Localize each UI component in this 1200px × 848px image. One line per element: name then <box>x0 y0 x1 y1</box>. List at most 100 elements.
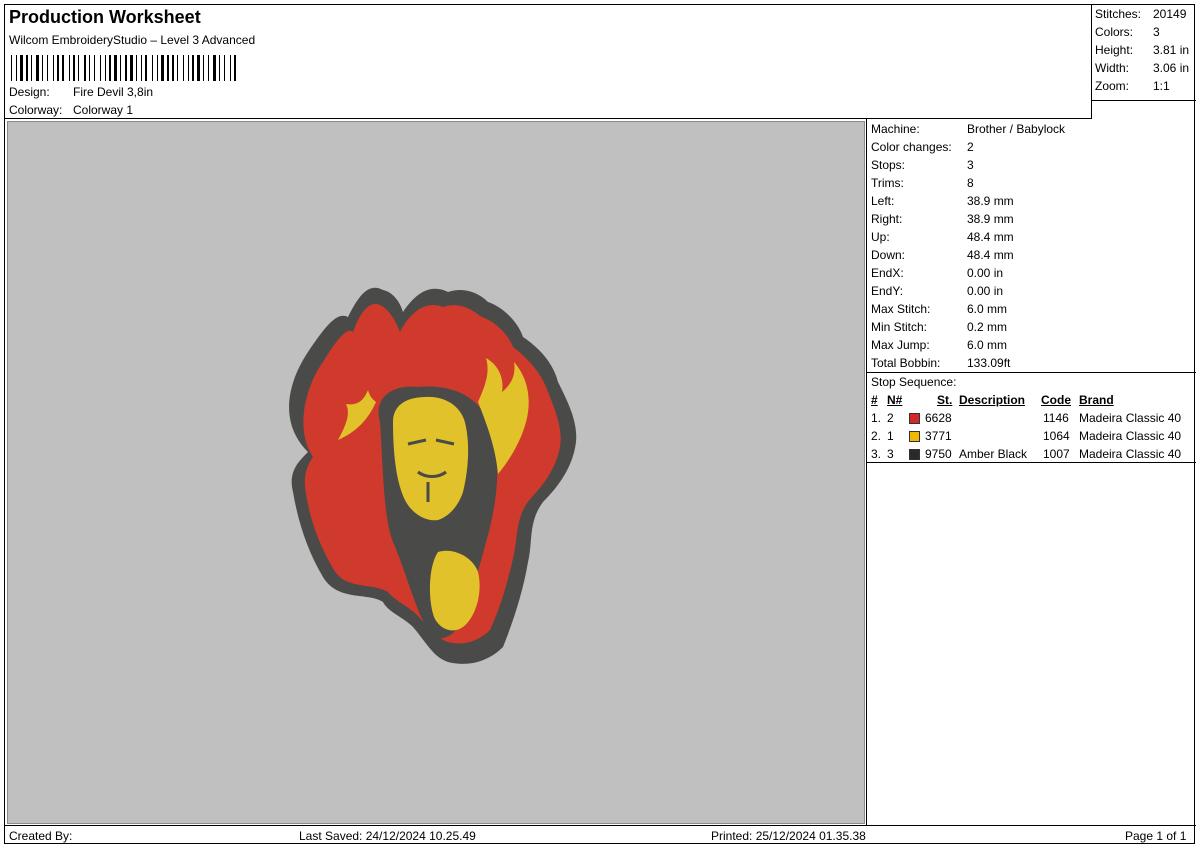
col-header-stitches: St. <box>937 393 953 407</box>
height-label: Height: <box>1095 43 1134 57</box>
stop-row-number: 1. <box>871 411 882 425</box>
stitches-value: 20149 <box>1153 7 1187 21</box>
barcode-bar <box>232 55 233 81</box>
worksheet-footer: Created By: Last Saved: 24/12/2024 10.25… <box>5 825 1196 845</box>
barcode-bar <box>165 55 166 81</box>
colors-value: 3 <box>1153 25 1160 39</box>
machine-info-label: Up: <box>871 230 890 244</box>
barcode-bar <box>42 55 43 81</box>
machine-info-row: Min Stitch: 0.2 mm <box>871 320 1007 334</box>
worksheet-header: Production Worksheet Wilcom EmbroiderySt… <box>5 5 1092 119</box>
colorway-row: Colorway: Colorway 1 <box>9 103 133 117</box>
stop-row-needle: 2 <box>887 411 894 425</box>
col-header-description: Description <box>959 393 1026 407</box>
worksheet-frame: Production Worksheet Wilcom EmbroiderySt… <box>4 4 1196 845</box>
machine-info-value: 38.9 mm <box>967 194 1014 208</box>
stop-row-needle: 3 <box>887 447 894 461</box>
barcode-bar <box>224 55 225 81</box>
barcode-bar <box>94 55 95 81</box>
machine-info-value: 38.9 mm <box>967 212 1014 226</box>
machine-info-label: Total Bobbin: <box>871 356 941 370</box>
design-preview[interactable] <box>7 121 865 824</box>
barcode-bar <box>20 55 23 81</box>
barcode-bar <box>118 55 119 81</box>
barcode-bar <box>18 55 19 81</box>
machine-info-label: Stops: <box>871 158 906 172</box>
stop-row-number: 2. <box>871 429 882 443</box>
machine-info-row: Machine: Brother / Babylock <box>871 122 1065 136</box>
barcode-bar <box>120 55 121 81</box>
height-value: 3.81 in <box>1153 43 1190 57</box>
machine-info-label: Left: <box>871 194 895 208</box>
width-label: Width: <box>1095 61 1130 75</box>
width-row: Width: 3.06 in <box>1095 61 1189 75</box>
machine-info-value: Brother / Babylock <box>967 122 1066 136</box>
barcode-bar <box>65 55 68 81</box>
barcode-bar <box>96 55 99 81</box>
thread-color-swatch <box>909 449 920 460</box>
barcode-bar <box>40 55 41 81</box>
stop-row-brand: Madeira Classic 40 <box>1079 411 1182 425</box>
machine-info-label: Min Stitch: <box>871 320 928 334</box>
barcode-bar <box>130 55 133 81</box>
barcode-bar <box>24 55 25 81</box>
barcode-bar <box>36 55 39 81</box>
barcode-bar <box>210 55 212 81</box>
barcode-bar <box>84 55 86 81</box>
machine-info-value: 48.4 mm <box>967 230 1014 244</box>
machine-info-value: 8 <box>967 176 974 190</box>
colors-label: Colors: <box>1095 25 1134 39</box>
barcode-bar <box>78 55 79 81</box>
machine-info-label: Max Jump: <box>871 338 930 352</box>
stop-row-needle: 1 <box>887 429 894 443</box>
machine-info-row: Trims: 8 <box>871 176 974 190</box>
barcode-bar <box>157 55 158 81</box>
barcode-bar <box>177 55 178 81</box>
machine-info-row: Down: 48.4 mm <box>871 248 1014 262</box>
stop-row-number: 3. <box>871 447 882 461</box>
machine-info-label: EndX: <box>871 266 904 280</box>
barcode-bar <box>185 55 187 81</box>
barcode-bar <box>114 55 117 81</box>
barcode-bar <box>91 55 93 81</box>
barcode-bar <box>76 55 77 81</box>
barcode-bar <box>195 55 196 81</box>
machine-info-value: 48.4 mm <box>967 248 1014 262</box>
barcode-bar <box>234 55 236 81</box>
machine-info-value: 6.0 mm <box>967 338 1008 352</box>
last-saved: Last Saved: 24/12/2024 10.25.49 <box>299 829 476 843</box>
machine-info-label: Down: <box>871 248 906 262</box>
barcode-bar <box>102 55 104 81</box>
barcode-bar <box>183 55 184 81</box>
barcode-bar <box>128 55 129 81</box>
barcode-bar <box>13 55 15 81</box>
stop-row-stitches: 6628 <box>925 411 952 425</box>
machine-info-value: 0.2 mm <box>967 320 1008 334</box>
barcode-bar <box>201 55 202 81</box>
stop-row-stitches: 3771 <box>925 429 952 443</box>
notes-area <box>866 463 1196 825</box>
colorway-value: Colorway 1 <box>73 103 134 117</box>
thread-color-swatch <box>909 413 920 424</box>
machine-info-row: Left: 38.9 mm <box>871 194 1014 208</box>
machine-info-row: Color changes: 2 <box>871 140 974 154</box>
barcode-bar <box>125 55 127 81</box>
machine-info-row: Stops: 3 <box>871 158 974 172</box>
barcode-bar <box>154 55 156 81</box>
barcode-bar <box>55 55 56 81</box>
barcode-bar <box>107 55 108 81</box>
machine-info-label: Trims: <box>871 176 904 190</box>
machine-info-row: Up: 48.4 mm <box>871 230 1014 244</box>
barcode-bar <box>219 55 220 81</box>
page-title: Production Worksheet <box>9 7 201 27</box>
barcode-bar <box>44 55 46 81</box>
barcode-bar <box>73 55 75 81</box>
colors-row: Colors: 3 <box>1095 25 1160 39</box>
fire-devil-embroidery-icon <box>289 287 577 664</box>
barcode-bar <box>141 55 142 81</box>
zoom-label: Zoom: <box>1095 79 1130 93</box>
barcode-bar <box>71 55 72 81</box>
barcode-bar <box>80 55 83 81</box>
barcode-bar <box>148 55 151 81</box>
barcode-bar <box>226 55 229 81</box>
